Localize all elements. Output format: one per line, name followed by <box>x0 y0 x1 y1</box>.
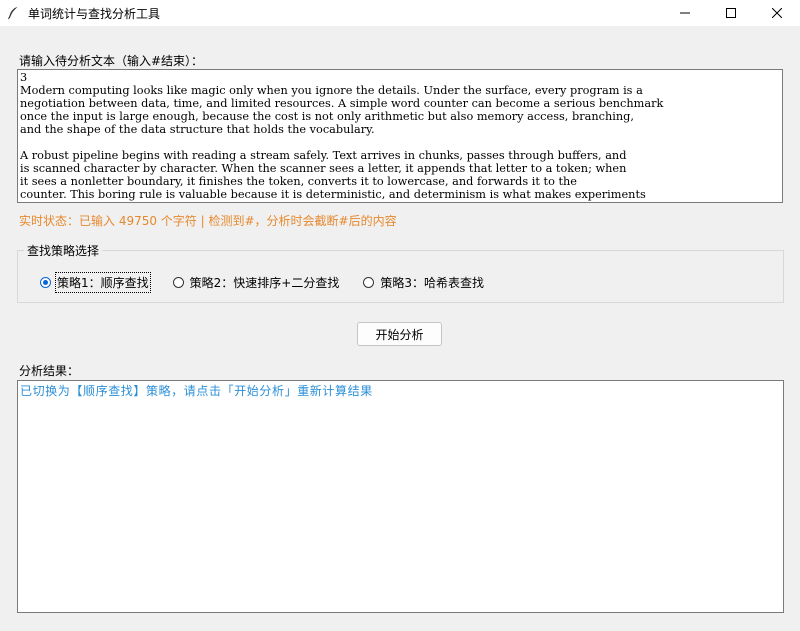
strategy-option-label[interactable]: 策略2：快速排序+二分查找 <box>190 274 340 291</box>
text-line: negotiation between data, time, and limi… <box>20 97 664 110</box>
result-label: 分析结果： <box>19 364 80 378</box>
strategy-options: 策略1：顺序查找 策略2：快速排序+二分查找 策略3：哈希表查找 <box>40 272 508 293</box>
radio-unchecked-icon[interactable] <box>172 277 184 288</box>
text-line: once the input is large enough, because … <box>20 110 634 123</box>
minimize-button[interactable] <box>662 0 708 26</box>
radio-unchecked-icon[interactable] <box>363 277 375 288</box>
close-button[interactable] <box>754 0 800 26</box>
text-input-content[interactable]: 3 Modern computing looks like magic only … <box>18 70 782 201</box>
text-line: it sees a nonletter boundary, it finishe… <box>20 175 577 188</box>
text-line: A robust pipeline begins with reading a … <box>20 149 627 162</box>
radio-checked-icon[interactable] <box>40 277 51 288</box>
result-output[interactable]: 已切换为【顺序查找】策略，请点击「开始分析」重新计算结果 <box>17 380 784 613</box>
feather-icon <box>8 7 18 20</box>
start-analysis-button[interactable]: 开始分析 <box>357 322 442 346</box>
window-title: 单词统计与查找分析工具 <box>28 6 161 21</box>
maximize-icon <box>726 8 736 18</box>
text-line: 3 <box>20 71 28 84</box>
text-line: counter. This boring rule is valuable be… <box>20 188 646 201</box>
text-line <box>20 136 780 149</box>
strategy-option-label[interactable]: 策略1：顺序查找 <box>55 272 151 293</box>
text-line: Modern computing looks like magic only w… <box>20 84 643 97</box>
strategy-legend: 查找策略选择 <box>24 242 103 259</box>
text-input[interactable]: 3 Modern computing looks like magic only … <box>17 69 783 203</box>
strategy-option-sequential[interactable]: 策略1：顺序查找 <box>40 272 151 293</box>
result-text: 已切换为【顺序查找】策略，请点击「开始分析」重新计算结果 <box>20 384 373 398</box>
status-text: 实时状态：已输入 49750 个字符 | 检测到#，分析时会截断#后的内容 <box>19 214 397 228</box>
strategy-group: 查找策略选择 策略1：顺序查找 策略2：快速排序+二分查找 策略3：哈希表查找 <box>17 242 784 303</box>
text-line: and the shape of the data structure that… <box>20 123 375 136</box>
minimize-icon <box>680 12 690 14</box>
title-bar: 单词统计与查找分析工具 <box>0 0 800 26</box>
input-label: 请输入待分析文本（输入#结束）： <box>19 54 204 68</box>
strategy-option-hash[interactable]: 策略3：哈希表查找 <box>363 274 484 291</box>
strategy-option-label[interactable]: 策略3：哈希表查找 <box>380 274 484 291</box>
maximize-button[interactable] <box>708 0 754 26</box>
strategy-option-quicksort-binary[interactable]: 策略2：快速排序+二分查找 <box>172 274 340 291</box>
close-icon <box>772 8 782 18</box>
text-line: is scanned character by character. When … <box>20 162 627 175</box>
